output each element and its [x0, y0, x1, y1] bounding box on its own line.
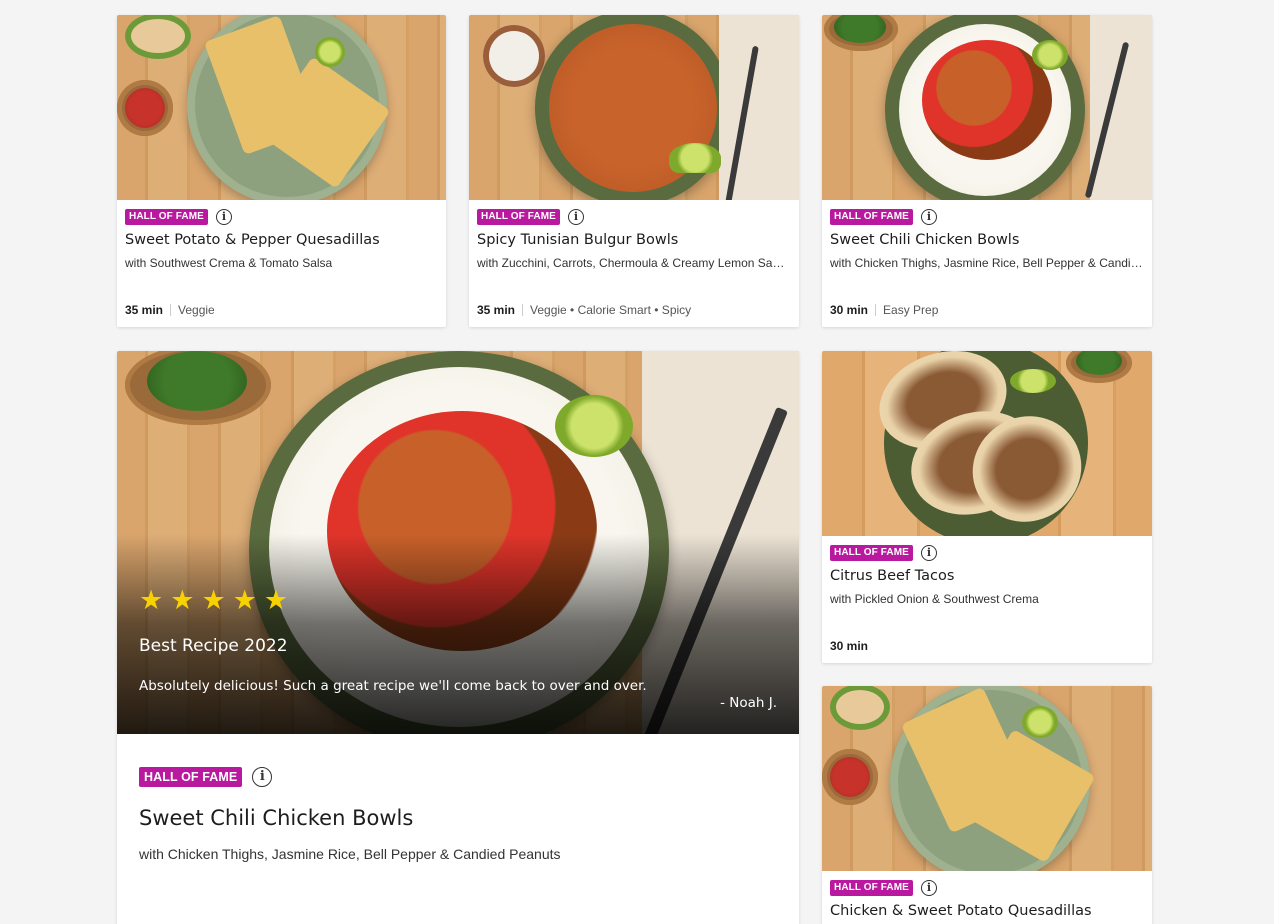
hall-of-fame-badge: HALL OF FAME — [477, 209, 560, 225]
info-icon[interactable]: i — [920, 545, 937, 561]
napkin — [1090, 15, 1152, 200]
rating-stars: ★ ★ ★ ★ ★ — [139, 587, 288, 614]
crema-dish — [830, 686, 890, 730]
sauce-dish — [483, 25, 545, 87]
star-icon: ★ — [139, 585, 164, 615]
recipe-title[interactable]: Sweet Potato & Pepper Quesadillas — [125, 232, 438, 248]
salsa — [830, 757, 870, 797]
recipe-image[interactable] — [469, 15, 799, 200]
recipe-title[interactable]: Sweet Chili Chicken Bowls — [139, 806, 777, 830]
recipe-image[interactable] — [822, 351, 1152, 536]
info-icon[interactable]: i — [215, 209, 232, 225]
recipe-meta: 30 min — [830, 639, 868, 653]
crema-dish — [125, 15, 191, 59]
recipe-title[interactable]: Chicken & Sweet Potato Quesadillas — [830, 903, 1144, 919]
info-icon[interactable]: i — [567, 209, 584, 225]
image-gradient-overlay — [117, 534, 799, 734]
lime — [1032, 40, 1068, 70]
recipe-card[interactable]: HALL OF FAME i Spicy Tunisian Bulgur Bow… — [469, 15, 799, 327]
info-icon[interactable]: i — [920, 209, 937, 225]
recipe-title[interactable]: Citrus Beef Tacos — [830, 568, 1144, 584]
recipe-image[interactable] — [117, 15, 446, 200]
recipe-image[interactable] — [822, 686, 1152, 871]
meta-divider — [875, 304, 877, 316]
recipe-title[interactable]: Spicy Tunisian Bulgur Bowls — [477, 232, 791, 248]
lime — [1010, 369, 1056, 393]
review-quote: Absolutely delicious! Such a great recip… — [139, 678, 647, 694]
featured-recipe-card[interactable]: ★ ★ ★ ★ ★ Best Recipe 2022 Absolutely de… — [117, 351, 799, 924]
lime — [669, 143, 721, 173]
recipe-title[interactable]: Sweet Chili Chicken Bowls — [830, 232, 1144, 248]
recipe-subtitle: with Chicken Thighs, Jasmine Rice, Bell … — [830, 256, 1143, 270]
recipe-card[interactable]: HALL OF FAME i Chicken & Sweet Potato Qu… — [822, 686, 1152, 924]
recipe-meta: 30 min Easy Prep — [830, 303, 938, 317]
prep-time: 30 min — [830, 303, 869, 317]
hall-of-fame-badge: HALL OF FAME — [830, 209, 913, 225]
prep-time: 35 min — [125, 303, 164, 317]
info-icon[interactable]: i — [252, 767, 273, 787]
lime — [315, 37, 345, 67]
star-icon: ★ — [263, 585, 289, 615]
meta-divider — [522, 304, 524, 316]
recipe-subtitle: with Chicken Thighs, Jasmine Rice, Bell … — [139, 846, 561, 862]
hall-of-fame-badge: HALL OF FAME — [139, 767, 243, 787]
recipe-subtitle: with Southwest Crema & Tomato Salsa — [125, 256, 333, 270]
star-icon: ★ — [170, 585, 195, 615]
star-icon: ★ — [232, 585, 257, 615]
recipe-tags: Easy Prep — [883, 303, 939, 317]
award-title: Best Recipe 2022 — [139, 636, 288, 656]
recipe-subtitle: with Pickled Onion & Southwest Crema — [830, 592, 1039, 606]
recipe-card[interactable]: HALL OF FAME i Sweet Potato & Pepper Que… — [117, 15, 446, 327]
hall-of-fame-badge: HALL OF FAME — [125, 209, 208, 225]
lime — [1022, 706, 1058, 738]
recipe-image[interactable] — [822, 15, 1152, 200]
hall-of-fame-badge: HALL OF FAME — [830, 880, 913, 896]
info-icon[interactable]: i — [920, 880, 937, 896]
recipe-card[interactable]: HALL OF FAME i Citrus Beef Tacos with Pi… — [822, 351, 1152, 663]
recipe-meta: 35 min Veggie • Calorie Smart • Spicy — [477, 303, 691, 317]
recipe-meta: 35 min Veggie — [125, 303, 215, 317]
hall-of-fame-badge: HALL OF FAME — [830, 545, 913, 561]
recipe-subtitle: with Zucchini, Carrots, Chermoula & Crea… — [477, 256, 785, 270]
salsa — [125, 88, 165, 128]
star-icon: ★ — [201, 585, 226, 615]
featured-recipe-image[interactable]: ★ ★ ★ ★ ★ Best Recipe 2022 Absolutely de… — [117, 351, 799, 734]
lime — [555, 395, 633, 457]
prep-time: 35 min — [477, 303, 516, 317]
meta-divider — [170, 304, 172, 316]
recipe-tags: Veggie — [178, 303, 215, 317]
recipe-tags: Veggie • Calorie Smart • Spicy — [530, 303, 692, 317]
herbs — [147, 351, 247, 411]
recipe-card[interactable]: HALL OF FAME i Sweet Chili Chicken Bowls… — [822, 15, 1152, 327]
review-author: - Noah J. — [720, 695, 777, 711]
prep-time: 30 min — [830, 639, 869, 653]
